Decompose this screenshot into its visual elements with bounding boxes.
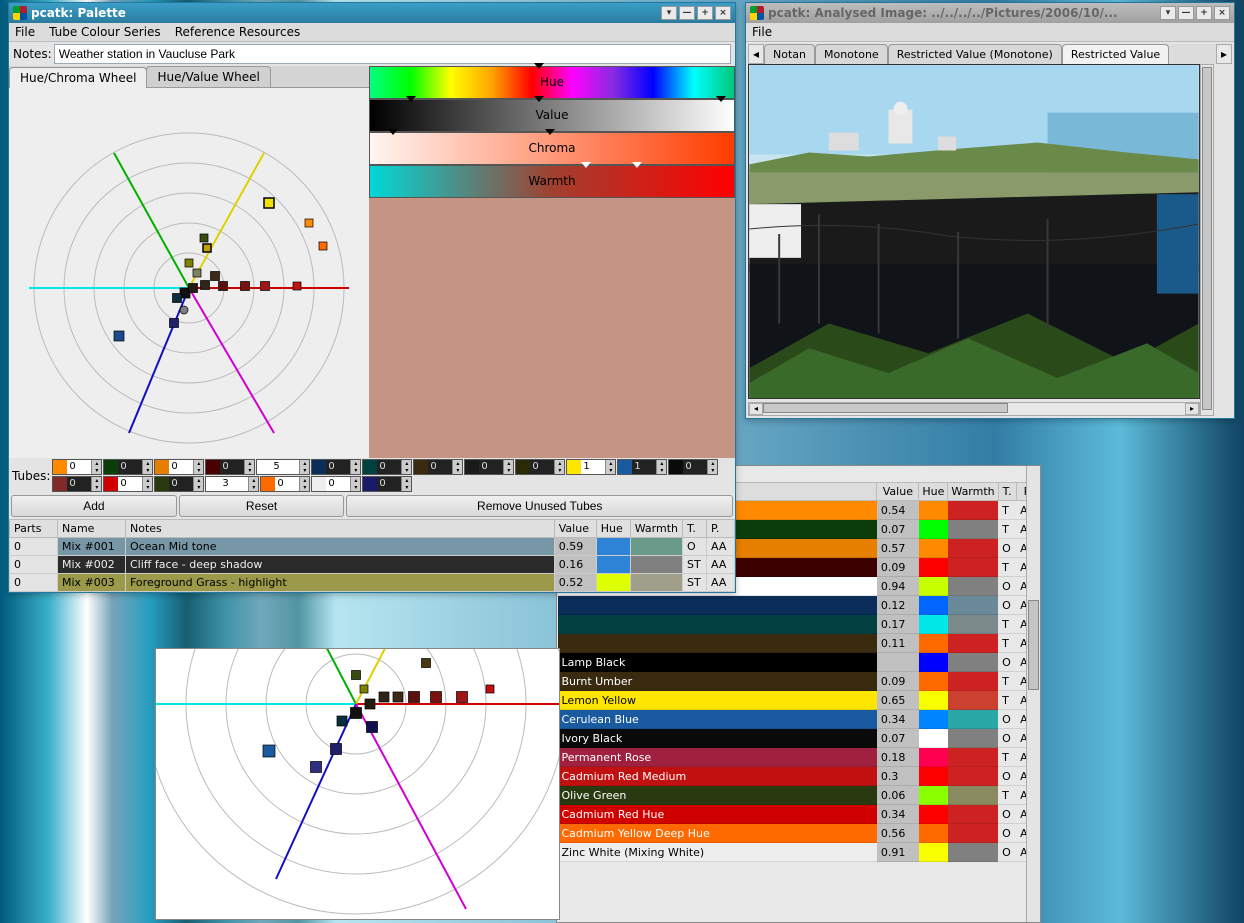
tab[interactable]: Hue/Chroma Wheel (9, 67, 147, 88)
add-button[interactable]: Add (11, 495, 177, 517)
tube-spinner[interactable]: 0▴▾ (52, 459, 102, 475)
tube-spinner[interactable]: 0▴▾ (103, 459, 153, 475)
horizontal-scrollbar[interactable]: ◂ ▸ (748, 402, 1200, 416)
image-menubar[interactable]: File (746, 23, 1234, 42)
mix-table[interactable]: PartsNameNotesValueHueWarmthT.P. 0Mix #0… (9, 519, 735, 592)
shade-button[interactable]: — (679, 6, 695, 20)
tube-spinner[interactable]: 0▴▾ (154, 459, 204, 475)
analysed-image[interactable] (748, 64, 1200, 399)
minimize-button[interactable]: ▾ (1160, 6, 1176, 20)
app-icon (13, 6, 27, 20)
colour-row[interactable]: Olive Green0.06TA (558, 786, 1040, 805)
remove-unused-button[interactable]: Remove Unused Tubes (346, 495, 733, 517)
maximize-button[interactable]: + (697, 6, 713, 20)
close-button[interactable]: × (715, 6, 731, 20)
vertical-scrollbar[interactable] (1026, 466, 1040, 922)
colour-row[interactable]: Cadmium Red Hue0.34OA (558, 805, 1040, 824)
tube-spinner[interactable]: 0▴▾ (103, 476, 153, 492)
tube-spinner[interactable]: 1▴▾ (566, 459, 616, 475)
colour-row[interactable]: Cerulean Blue0.34OAA (558, 710, 1040, 729)
mix-row[interactable]: 0Mix #003Foreground Grass - highlight0.5… (10, 574, 735, 592)
tab-scroll-right[interactable]: ▸ (1216, 44, 1232, 64)
menu-item[interactable]: Reference Resources (175, 25, 301, 39)
menu-item[interactable]: File (15, 25, 35, 39)
warmth-slider[interactable]: Warmth (369, 165, 735, 198)
tubes-label: Tubes: (12, 469, 50, 483)
palette-titlebar[interactable]: pcatk: Palette ▾ — + × (9, 3, 735, 23)
palette-menubar[interactable]: File Tube Colour Series Reference Resource… (9, 23, 735, 42)
image-tabbar[interactable]: NotanMonotoneRestricted Value (Monotone)… (764, 44, 1216, 64)
tube-spinner[interactable]: 0▴▾ (260, 476, 310, 492)
mix-row[interactable]: 0Mix #001Ocean Mid tone0.59OAA (10, 538, 735, 556)
reset-button[interactable]: Reset (179, 495, 345, 517)
notes-label: Notes: (13, 47, 52, 61)
tubes-row: 0▴▾0▴▾0▴▾0▴▾5▴▾0▴▾0▴▾0▴▾0▴▾0▴▾1▴▾1▴▾0▴▾0… (52, 459, 732, 492)
shade-button[interactable]: — (1178, 6, 1194, 20)
tube-spinner[interactable]: 0▴▾ (668, 459, 718, 475)
tube-spinner[interactable]: 0▴▾ (464, 459, 514, 475)
colour-row[interactable]: Cadmium Red Medium0.3OA (558, 767, 1040, 786)
hue-chroma-wheel[interactable] (9, 88, 369, 458)
tube-spinner[interactable]: 0▴▾ (154, 476, 204, 492)
palette-window: pcatk: Palette ▾ — + × File Tube Colour S… (8, 2, 736, 593)
image-tab[interactable]: Restricted Value (Monotone) (888, 44, 1062, 64)
current-colour-swatch (369, 198, 735, 458)
tube-spinner[interactable]: 1▴▾ (617, 459, 667, 475)
tube-spinner[interactable]: 0▴▾ (311, 476, 361, 492)
image-window: pcatk: Analysed Image: ../../../../Pictu… (745, 2, 1235, 419)
wheel-tabbar[interactable]: Hue/Chroma WheelHue/Value Wheel (9, 66, 369, 88)
tube-spinner[interactable]: 0▴▾ (52, 476, 102, 492)
menu-item[interactable]: Tube Colour Series (49, 25, 161, 39)
value-slider[interactable]: Value (369, 99, 735, 132)
vertical-scrollbar[interactable] (1200, 64, 1214, 416)
window-title: pcatk: Palette (31, 6, 126, 20)
colour-row[interactable]: Ivory Black0.07OAA (558, 729, 1040, 748)
image-titlebar[interactable]: pcatk: Analysed Image: ../../../../Pictu… (746, 3, 1234, 23)
tube-spinner[interactable]: 0▴▾ (515, 459, 565, 475)
colour-row[interactable]: Lamp BlackOAA (558, 653, 1040, 672)
mix-row[interactable]: 0Mix #002Cliff face - deep shadow0.16STA… (10, 556, 735, 574)
tab-scroll-left[interactable]: ◂ (748, 44, 764, 64)
window-title: pcatk: Analysed Image: ../../../../Pictu… (768, 6, 1118, 20)
secondary-wheel-panel (155, 648, 560, 920)
chroma-slider[interactable]: Chroma (369, 132, 735, 165)
colour-row[interactable]: 0.17TAA (558, 615, 1040, 634)
tube-spinner[interactable]: 0▴▾ (311, 459, 361, 475)
tube-spinner[interactable]: 0▴▾ (413, 459, 463, 475)
tube-spinner[interactable]: 3▴▾ (205, 476, 259, 492)
colour-row[interactable]: Permanent Rose0.18TA (558, 748, 1040, 767)
tube-spinner[interactable]: 0▴▾ (362, 476, 412, 492)
colour-row[interactable]: 0.11TAA (558, 634, 1040, 653)
minimize-button[interactable]: ▾ (661, 6, 677, 20)
tab[interactable]: Hue/Value Wheel (146, 66, 270, 87)
tube-spinner[interactable]: 0▴▾ (205, 459, 255, 475)
maximize-button[interactable]: + (1196, 6, 1212, 20)
colour-row[interactable]: Burnt Umber0.09TA (558, 672, 1040, 691)
colour-row[interactable]: Lemon Yellow0.65TA (558, 691, 1040, 710)
close-button[interactable]: × (1214, 6, 1230, 20)
hue-slider[interactable]: Hue (369, 66, 735, 99)
tube-spinner[interactable]: 5▴▾ (256, 459, 310, 475)
image-tab[interactable]: Restricted Value (1062, 44, 1169, 64)
app-icon (750, 6, 764, 20)
image-tab[interactable]: Notan (764, 44, 815, 64)
notes-input[interactable] (54, 44, 731, 64)
colour-row[interactable]: Cadmium Yellow Deep Hue0.56OA (558, 824, 1040, 843)
colour-row[interactable]: 0.12OAA (558, 596, 1040, 615)
menu-item[interactable]: File (752, 25, 772, 39)
image-tab[interactable]: Monotone (815, 44, 888, 64)
tube-spinner[interactable]: 0▴▾ (362, 459, 412, 475)
colour-row[interactable]: Zinc White (Mixing White)0.91OAA (558, 843, 1040, 862)
